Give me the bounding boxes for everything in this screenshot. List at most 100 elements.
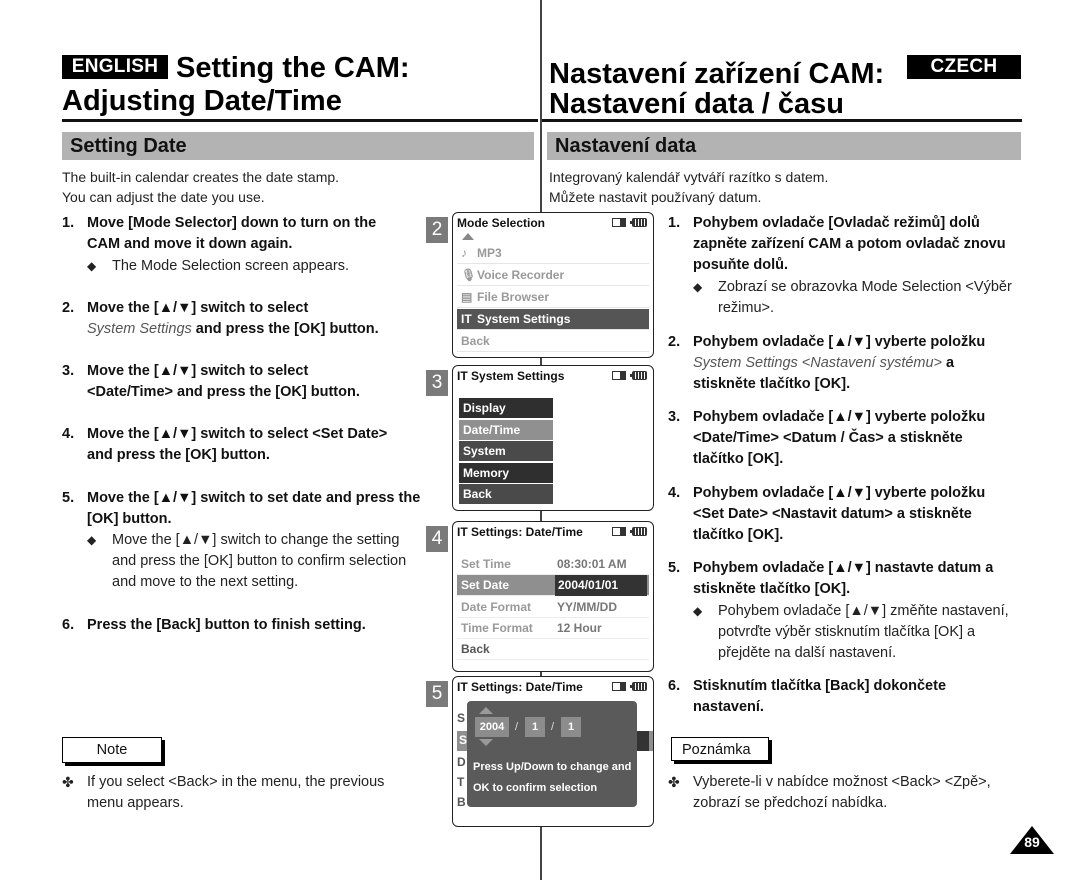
- spinner-down-arrow-icon[interactable]: [479, 739, 493, 746]
- step-text: Move the [▲/▼] switch to set date and pr…: [87, 490, 421, 527]
- step-text: Pohybem ovladače [▲/▼] vyberte položku: [693, 334, 986, 350]
- czech-note-label: Poznámka: [671, 737, 769, 761]
- english-title-line2: Adjusting Date/Time: [62, 85, 342, 117]
- setting-row-back[interactable]: Back: [457, 639, 649, 660]
- english-step-5-bullet: ◆ Move the [▲/▼] switch to change the se…: [87, 530, 427, 593]
- menu-item-file-browser[interactable]: ▤ File Browser: [457, 287, 649, 308]
- hidden-row-initial: D: [457, 755, 466, 769]
- screen-5-number: 5: [426, 681, 448, 707]
- menu-item-mp3[interactable]: ♪ MP3: [457, 243, 649, 264]
- setting-row-date-format[interactable]: Date Format YY/MM/DD: [457, 597, 649, 618]
- bullet-text: Move the [▲/▼] switch to change the sett…: [112, 532, 407, 590]
- bullet-text: The Mode Selection screen appears.: [112, 258, 349, 274]
- czech-step-4: 4. Pohybem ovladače [▲/▼] vyberte položk…: [668, 483, 1008, 546]
- status-icons: [612, 371, 647, 380]
- english-step-1-bullet: ◆ The Mode Selection screen appears.: [87, 256, 387, 277]
- czech-step-5-bullet: ◆ Pohybem ovladače [▲/▼] změňte nastaven…: [693, 601, 1023, 664]
- setting-row-time-format[interactable]: Time Format 12 Hour: [457, 618, 649, 639]
- screen-3-number: 3: [426, 370, 448, 396]
- english-section-title: Setting Date: [62, 132, 534, 160]
- screen-system-settings: IT System Settings Display Date/Time Sys…: [452, 365, 654, 511]
- note-text: If you select <Back> in the menu, the pr…: [87, 774, 385, 811]
- english-intro-line1: The built-in calendar creates the date s…: [62, 169, 340, 185]
- menu-item-voice-recorder[interactable]: 🎙︎Voice Recorder: [457, 265, 649, 286]
- menu-reference: System Settings: [87, 321, 192, 337]
- step-text: Stisknutím tlačítka [Back] dokončete nas…: [693, 678, 947, 715]
- screen-title: Mode Selection: [457, 216, 546, 230]
- step-text: Move the [▲/▼] switch to select <Date/Ti…: [87, 363, 360, 400]
- czech-step-3: 3. Pohybem ovladače [▲/▼] vyberte položk…: [668, 407, 1008, 470]
- step-number: 1.: [668, 215, 681, 231]
- step-text: Pohybem ovladače [▲/▼] vyberte položku <…: [693, 409, 986, 467]
- setting-value: YY/MM/DD: [557, 600, 617, 614]
- date-spinner-popup: 2004 / 1 / 1 Press Up/Down to change and…: [467, 701, 637, 807]
- clover-bullet-icon: ✤: [62, 774, 74, 790]
- screen-title: IT Settings: Date/Time: [457, 680, 583, 694]
- menu-item-memory[interactable]: Memory: [459, 463, 553, 483]
- menu-item-back[interactable]: Back: [459, 484, 553, 504]
- menu-item-label: System Settings: [477, 312, 571, 326]
- english-intro: The built-in calendar creates the date s…: [62, 167, 339, 207]
- popup-message-line1: Press Up/Down to change and: [473, 761, 632, 773]
- menu-item-system-settings[interactable]: IT System Settings: [457, 309, 649, 330]
- microphone-icon: 🎙︎: [461, 268, 477, 282]
- year-field[interactable]: 2004: [475, 717, 509, 737]
- clover-bullet-icon: ✤: [668, 774, 680, 790]
- screen-title: IT Settings: Date/Time: [457, 525, 583, 539]
- step-number: 6.: [62, 617, 75, 633]
- step-number: 5.: [668, 560, 681, 576]
- setting-label: Set Time: [461, 557, 511, 571]
- diamond-bullet-icon: ◆: [87, 533, 97, 547]
- step-text-rest: and press the [OK] button.: [191, 321, 379, 337]
- battery-icon: [630, 371, 647, 380]
- menu-item-label: Back: [461, 334, 490, 348]
- setting-label: Back: [461, 642, 490, 656]
- popup-instructions: Press Up/Down to change and OK to confir…: [473, 757, 631, 799]
- menu-item-label: Voice Recorder: [477, 268, 565, 282]
- date-separator: /: [515, 721, 519, 733]
- step-text: Press the [Back] button to finish settin…: [87, 617, 366, 633]
- step-number: 3.: [62, 363, 75, 379]
- czech-note: ✤ Vyberete-li v nabídce možnost <Back> <…: [668, 772, 1018, 814]
- hidden-row-initial: S: [459, 733, 468, 747]
- day-field[interactable]: 1: [561, 717, 581, 737]
- battery-icon: [630, 218, 647, 227]
- page-number: 89: [1024, 834, 1040, 850]
- english-language-badge: ENGLISH: [62, 55, 168, 79]
- menu-item-system[interactable]: System: [459, 441, 553, 461]
- english-note-label: Note: [62, 737, 162, 763]
- note-text: Vyberete-li v nabídce možnost <Back> <Zp…: [693, 774, 991, 811]
- czech-title-line1: Nastavení zařízení CAM:: [549, 58, 885, 90]
- month-field[interactable]: 1: [525, 717, 545, 737]
- english-step-3: 3. Move the [▲/▼] switch to select <Date…: [62, 361, 392, 403]
- spinner-up-arrow-icon[interactable]: [479, 707, 493, 714]
- screen-title-text: Settings: Date/Time: [471, 525, 583, 539]
- setting-row-set-time[interactable]: Set Time 08:30:01 AM: [457, 554, 649, 575]
- english-title-rule: [62, 119, 538, 122]
- battery-icon: [630, 682, 647, 691]
- setting-row-set-date[interactable]: Set Date 2004/01/01: [457, 575, 649, 596]
- status-icons: [612, 527, 647, 536]
- step-number: 3.: [668, 409, 681, 425]
- czech-step-2: 2. Pohybem ovladače [▲/▼] vyberte položk…: [668, 332, 1008, 395]
- menu-item-date-time[interactable]: Date/Time: [459, 420, 553, 440]
- settings-tools-icon: IT: [457, 525, 468, 539]
- status-icons: [612, 218, 647, 227]
- english-step-1: 1. Move [Mode Selector] down to turn on …: [62, 213, 392, 255]
- step-text: Pohybem ovladače [▲/▼] vyberte položku <…: [693, 485, 986, 543]
- english-step-6: 6. Press the [Back] button to finish set…: [62, 615, 422, 636]
- screen-title-text: System Settings: [471, 369, 565, 383]
- english-note: ✤ If you select <Back> in the menu, the …: [62, 772, 402, 814]
- step-text: Move the [▲/▼] switch to select <Set Dat…: [87, 426, 388, 463]
- screen-4-number: 4: [426, 526, 448, 552]
- czech-section-title: Nastavení data: [547, 132, 1021, 160]
- menu-item-display[interactable]: Display: [459, 398, 553, 418]
- step-number: 4.: [62, 426, 75, 442]
- memory-card-icon: [612, 218, 626, 227]
- hidden-row-initial: B: [457, 795, 466, 809]
- czech-step-6: 6. Stisknutím tlačítka [Back] dokončete …: [668, 676, 1008, 718]
- step-number: 1.: [62, 215, 75, 231]
- hidden-row-initial: T: [457, 775, 465, 789]
- czech-intro-line1: Integrovaný kalendář vytváří razítko s d…: [549, 169, 829, 185]
- menu-item-back[interactable]: Back: [457, 331, 649, 352]
